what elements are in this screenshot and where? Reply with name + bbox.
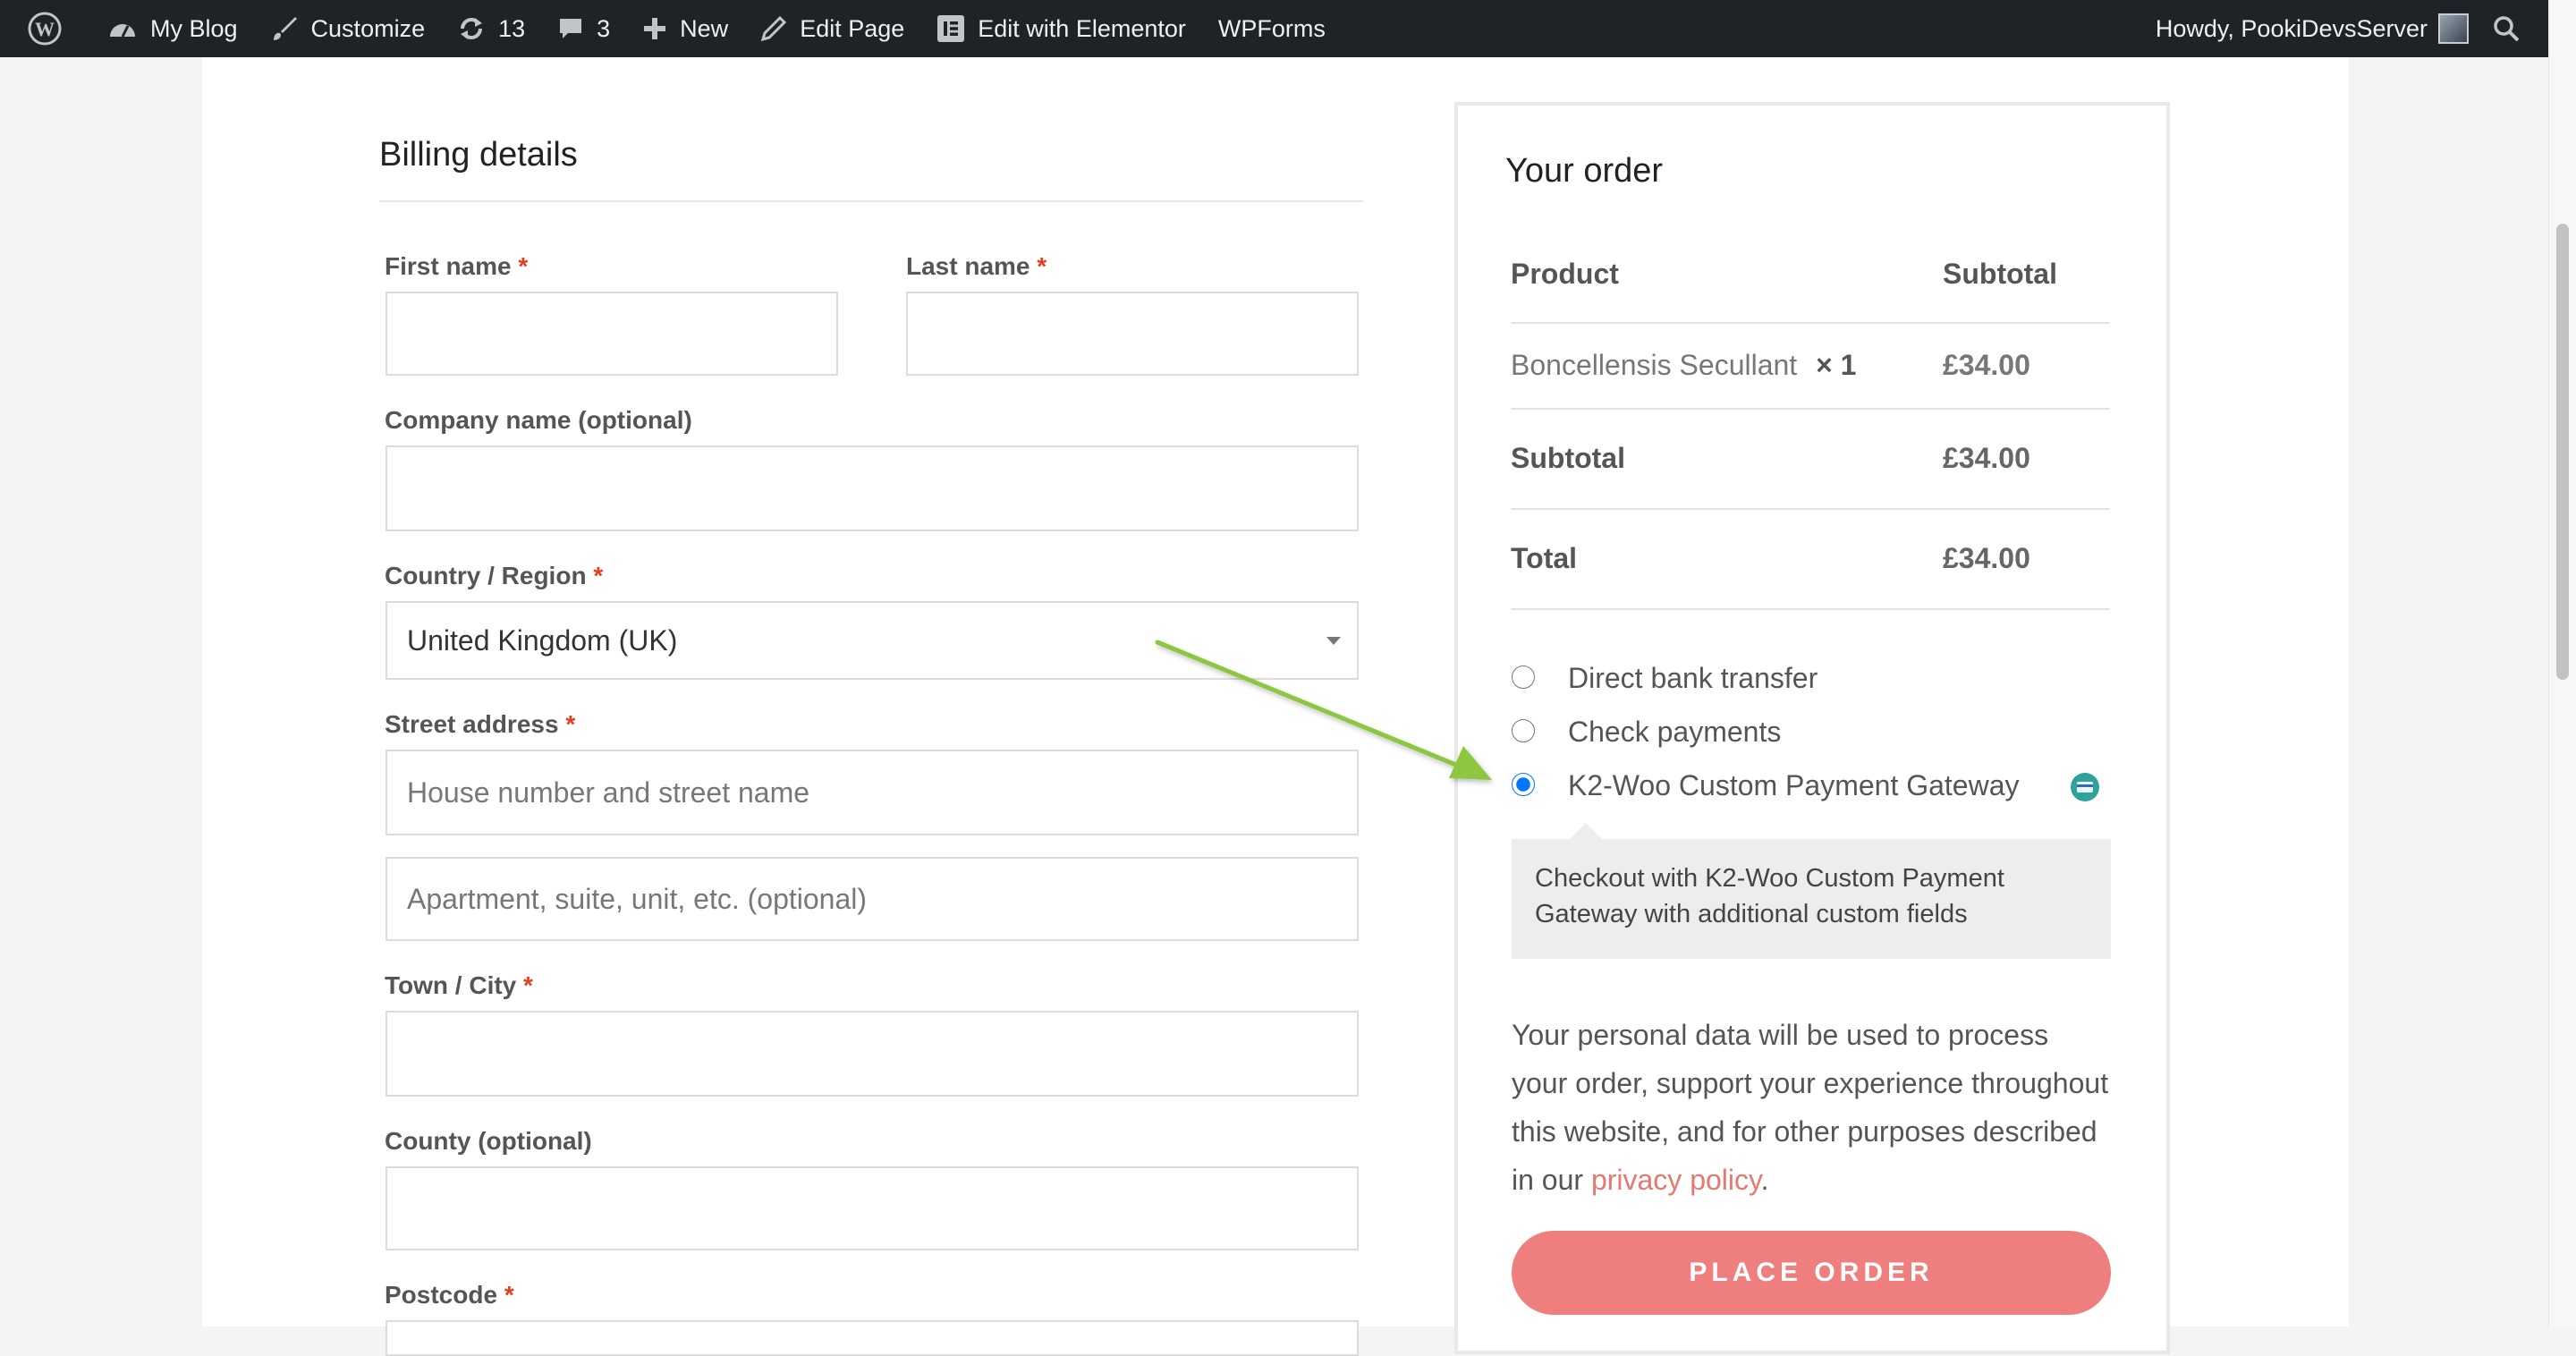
elementor-icon (937, 15, 965, 42)
country-select[interactable]: United Kingdom (UK) (386, 601, 1359, 680)
dashboard-icon (110, 24, 135, 38)
street-address-line2-input[interactable] (386, 857, 1359, 941)
wpforms-link[interactable]: WPForms (1202, 0, 1342, 57)
edit-elementor-label: Edit with Elementor (978, 14, 1186, 42)
payment-check-label[interactable]: Check payments (1568, 716, 1781, 749)
county-input[interactable] (386, 1166, 1359, 1250)
country-value: United Kingdom (UK) (407, 623, 678, 657)
site-name-link[interactable]: My Blog (91, 0, 254, 57)
town-city-input[interactable] (386, 1011, 1359, 1097)
your-order-title: Your order (1505, 152, 1664, 190)
last-name-input[interactable] (906, 292, 1359, 376)
search-button[interactable] (2476, 0, 2549, 57)
updates-link[interactable]: 13 (441, 0, 541, 57)
edit-with-elementor-link[interactable]: Edit with Elementor (920, 0, 1202, 57)
comment-icon (560, 19, 582, 38)
item-price: £34.00 (1943, 349, 2030, 381)
country-label: Country / Region * (385, 562, 604, 589)
plus-icon (644, 18, 666, 39)
svg-text:W: W (35, 18, 55, 40)
subtotal-label: Subtotal (1511, 442, 1625, 474)
item-quantity: × 1 (1816, 349, 1857, 381)
order-row-divider (1511, 408, 2110, 410)
place-order-button[interactable]: PLACE ORDER (1512, 1231, 2111, 1315)
order-row-divider (1511, 322, 2110, 324)
edit-page-link[interactable]: Edit Page (744, 0, 920, 57)
billing-divider (379, 200, 1363, 202)
scrollbar-thumb[interactable] (2556, 224, 2569, 680)
product-column-header: Product (1511, 258, 1619, 290)
order-item-row: Boncellensis Secullant × 1 (1511, 349, 1856, 382)
pencil-icon (761, 15, 787, 42)
new-content-link[interactable]: New (626, 0, 744, 57)
payment-gateway-icon (2071, 773, 2099, 801)
site-name: My Blog (150, 14, 238, 42)
first-name-input[interactable] (386, 292, 838, 376)
town-city-label: Town / City * (385, 971, 533, 999)
county-label: County (optional) (385, 1127, 592, 1155)
wpforms-label: WPForms (1217, 14, 1326, 42)
payment-k2woo-radio[interactable] (1512, 773, 1535, 796)
howdy-text: Howdy, PookiDevsServer (2155, 14, 2428, 42)
company-name-label: Company name (optional) (385, 406, 692, 434)
payment-method-description: Checkout with K2-Woo Custom Payment Gate… (1512, 839, 2111, 959)
order-row-divider (1511, 608, 2110, 610)
page-scrollbar[interactable] (2548, 0, 2576, 1326)
privacy-policy-link[interactable]: privacy policy (1591, 1164, 1761, 1196)
edit-page-label: Edit Page (800, 14, 905, 42)
privacy-notice: Your personal data will be used to proce… (1512, 1011, 2111, 1204)
payment-direct-bank-radio[interactable] (1512, 665, 1535, 689)
customize-label: Customize (310, 14, 426, 42)
last-name-label: Last name * (906, 252, 1047, 280)
total-value: £34.00 (1943, 542, 2030, 574)
subtotal-value: £34.00 (1943, 442, 2030, 474)
wordpress-logo-button[interactable]: W (11, 0, 91, 57)
subtotal-column-header: Subtotal (1943, 258, 2057, 290)
payment-direct-bank-label[interactable]: Direct bank transfer (1568, 662, 1818, 695)
wordpress-logo-icon: W (28, 12, 62, 46)
postcode-label: Postcode * (385, 1281, 514, 1309)
avatar (2438, 13, 2469, 44)
payment-k2woo-label[interactable]: K2-Woo Custom Payment Gateway (1568, 769, 2020, 802)
privacy-notice-end: . (1760, 1164, 1769, 1196)
billing-details-title: Billing details (379, 136, 578, 174)
wp-admin-bar: W My Blog Customize 13 3 New Edit Page E… (0, 0, 2549, 57)
chevron-down-icon (1326, 637, 1341, 645)
order-row-divider (1511, 508, 2110, 510)
paintbrush-icon (273, 17, 297, 40)
payment-description-notch (1570, 823, 1602, 839)
postcode-input[interactable] (386, 1320, 1359, 1356)
account-menu[interactable]: Howdy, PookiDevsServer (2140, 0, 2476, 57)
item-name: Boncellensis Secullant (1511, 349, 1798, 381)
street-address-line1-input[interactable] (386, 750, 1359, 835)
customize-link[interactable]: Customize (254, 0, 442, 57)
payment-check-radio[interactable] (1512, 719, 1535, 742)
street-address-label: Street address * (385, 710, 576, 738)
total-label: Total (1511, 542, 1578, 574)
new-label: New (680, 14, 729, 42)
search-icon (2494, 16, 2520, 42)
first-name-label: First name * (385, 252, 529, 280)
company-name-input[interactable] (386, 445, 1359, 531)
updates-count: 13 (498, 14, 526, 42)
comments-count: 3 (597, 14, 611, 42)
comments-link[interactable]: 3 (541, 0, 626, 57)
refresh-icon (461, 18, 483, 39)
